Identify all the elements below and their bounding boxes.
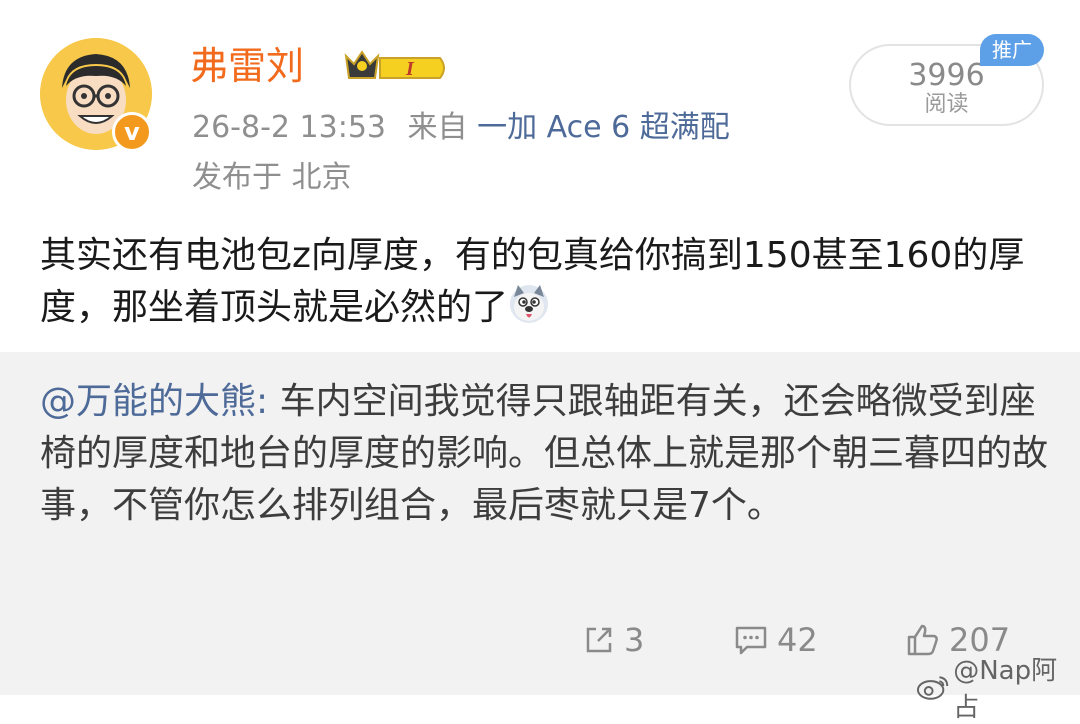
device-link[interactable]: 一加 Ace 6 超满配 (477, 110, 730, 145)
read-label: 阅读 (924, 92, 969, 117)
mention-link[interactable]: @万能的大熊: (40, 381, 268, 422)
weibo-logo-icon (916, 676, 949, 700)
quoted-post-text: @万能的大熊: 车内空间我觉得只跟轴距有关，还会略微受到座椅的厚度和地台的厚度的… (40, 376, 1050, 532)
member-crown-badge-icon[interactable]: I (340, 44, 450, 88)
post-meta: 26-8-2 13:53 来自 一加 Ace 6 超满配 (192, 110, 730, 146)
source-prefix: 来自 (407, 110, 468, 145)
member-level-label: I (405, 58, 415, 80)
repost-button[interactable]: 3 (582, 618, 644, 662)
doge-emoji-icon (510, 285, 549, 323)
watermark-text: @Nap阿占 (953, 656, 1058, 723)
post-timestamp: 26-8-2 13:53 (192, 110, 386, 145)
repost-icon (586, 627, 612, 653)
post-header: v 弗雷刘 I 26-8-2 13:53 来自 一加 Ace 6 超满配 发布于… (0, 0, 1080, 210)
verified-badge-icon: v (112, 112, 152, 152)
comment-count: 42 (777, 621, 818, 659)
comment-icon (735, 626, 767, 655)
repost-count: 3 (624, 621, 645, 659)
username[interactable]: 弗雷刘 (190, 44, 304, 88)
post-location: 发布于 北京 (192, 160, 352, 195)
promo-button[interactable]: 推广 (980, 34, 1044, 66)
post-body: 其实还有电池包z向厚度，有的包真给你搞到150甚至160的厚度，那坐着顶头就是必… (40, 230, 1050, 334)
weibo-watermark: @Nap阿占 (916, 650, 1080, 724)
comment-button[interactable]: 42 (733, 618, 818, 662)
